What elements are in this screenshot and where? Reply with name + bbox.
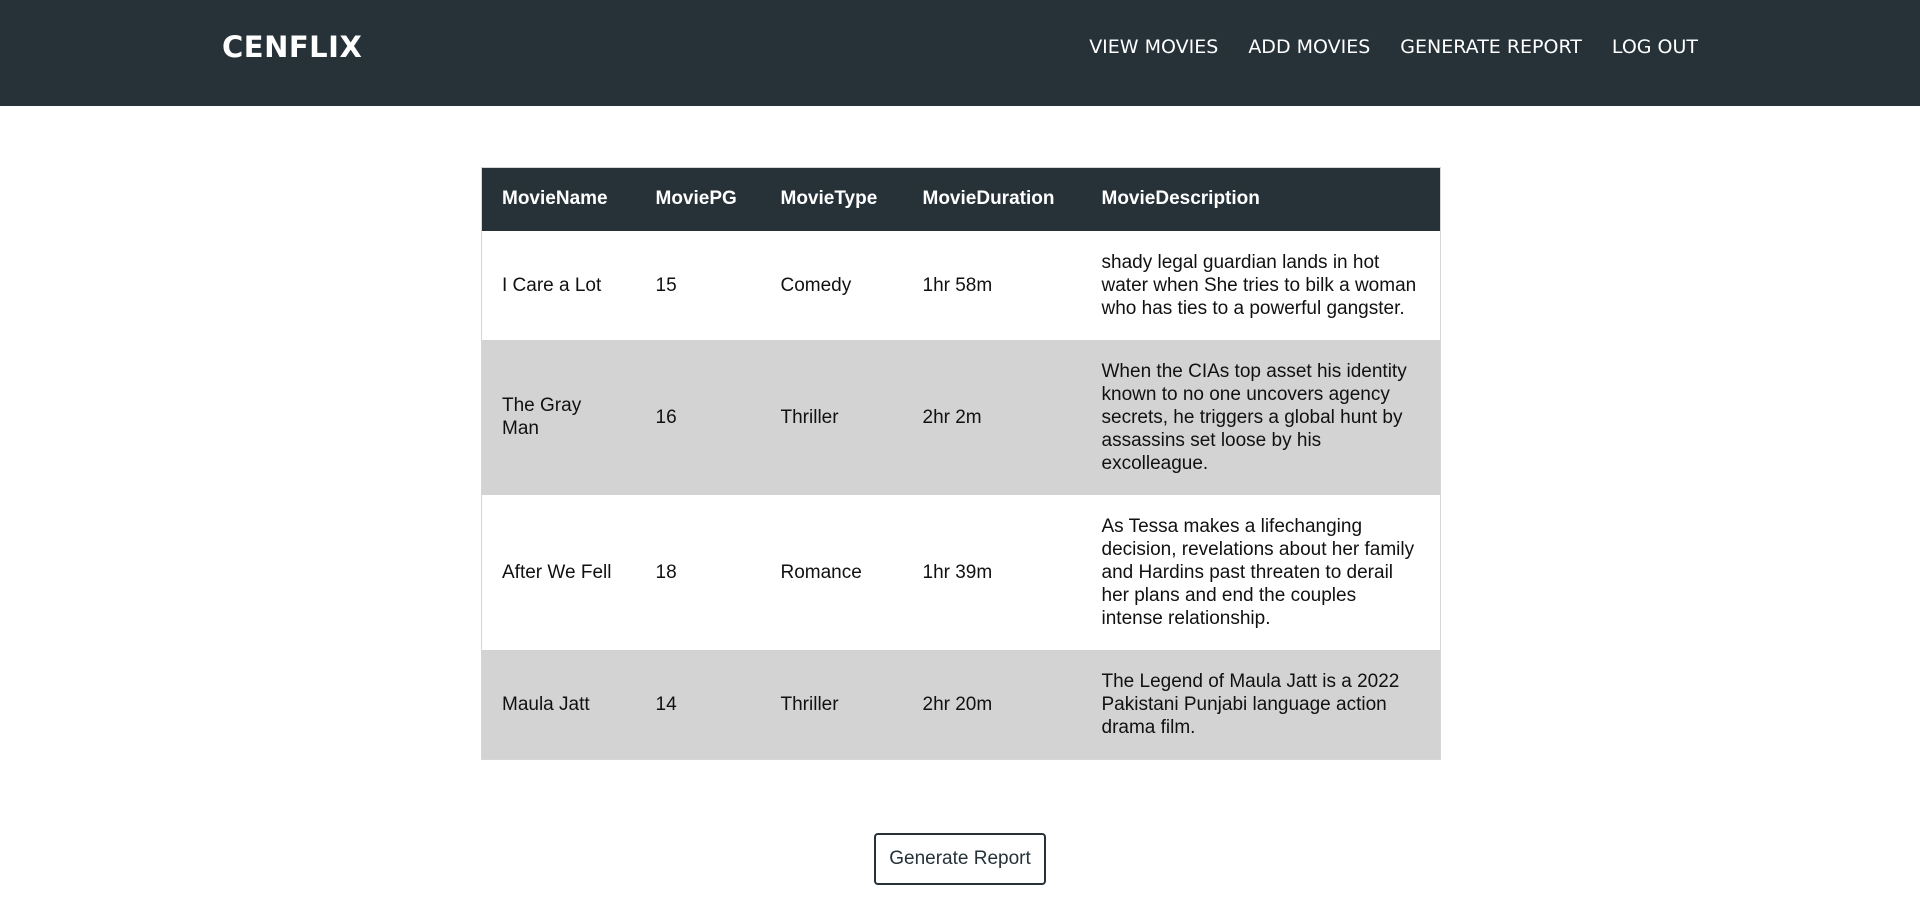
cell-movie-duration: 1hr 39m [922, 561, 993, 583]
column-header-movie-name: MovieName [502, 188, 608, 210]
cell-movie-name: The Gray Man [502, 395, 582, 439]
cell-movie-description: shady legal guardian lands in hot water … [1101, 251, 1417, 319]
cell-movie-type: Romance [780, 561, 862, 583]
cell-movie-duration: 1hr 58m [922, 274, 993, 296]
cell-movie-type: Thriller [780, 406, 839, 428]
cell-movie-pg: 18 [655, 561, 677, 583]
table-header: MovieName MoviePG MovieType MovieDuratio… [481, 167, 1441, 231]
column-header-movie-duration: MovieDuration [922, 188, 1055, 210]
cell-movie-description: The Legend of Maula Jatt is a 2022 Pakis… [1101, 670, 1400, 738]
cell-movie-name: Maula Jatt [502, 693, 590, 715]
column-header-movie-type: MovieType [780, 188, 878, 210]
header-row: MovieName MoviePG MovieType MovieDuratio… [481, 167, 1441, 231]
cell-movie-name: After We Fell [502, 561, 612, 583]
movies-table-container: MovieName MoviePG MovieType MovieDuratio… [481, 167, 1441, 760]
cell-movie-pg: 14 [655, 693, 677, 715]
cell-movie-pg: 15 [655, 274, 677, 296]
cell-movie-duration: 2hr 20m [922, 693, 993, 715]
column-header-movie-pg: MoviePG [655, 188, 737, 210]
report-button-container: Generate Report [0, 833, 1920, 885]
table-row: I Care a Lot 15 Comedy 1hr 58m shady leg… [481, 230, 1441, 340]
table-row: After We Fell 18 Romance 1hr 39m As Tess… [481, 494, 1441, 650]
nav-generate-report[interactable]: GENERATE REPORT [1400, 36, 1582, 58]
cell-movie-type: Comedy [780, 274, 852, 296]
table-row: The Gray Man 16 Thriller 2hr 2m When the… [481, 339, 1441, 495]
nav-log-out[interactable]: LOG OUT [1612, 36, 1698, 58]
cell-movie-description: As Tessa makes a lifechanging decision, … [1101, 515, 1415, 629]
generate-report-button[interactable]: Generate Report [874, 833, 1046, 885]
cell-movie-duration: 2hr 2m [922, 406, 982, 428]
cell-movie-description: When the CIAs top asset his identity kno… [1101, 360, 1407, 474]
cell-movie-type: Thriller [780, 693, 839, 715]
nav-view-movies[interactable]: VIEW MOVIES [1089, 36, 1218, 58]
column-header-movie-description: MovieDescription [1101, 188, 1260, 210]
nav-add-movies[interactable]: ADD MOVIES [1248, 36, 1370, 58]
movies-table: MovieName MoviePG MovieType MovieDuratio… [481, 167, 1441, 760]
table-body: I Care a Lot 15 Comedy 1hr 58m shady leg… [481, 230, 1441, 759]
cell-movie-pg: 16 [655, 406, 677, 428]
top-navbar: CENFLIX VIEW MOVIES ADD MOVIES GENERATE … [0, 0, 1920, 106]
main-nav: VIEW MOVIES ADD MOVIES GENERATE REPORT L… [1089, 36, 1698, 58]
brand-logo[interactable]: CENFLIX [222, 30, 362, 64]
table-row: Maula Jatt 14 Thriller 2hr 20m The Legen… [481, 649, 1441, 759]
cell-movie-name: I Care a Lot [502, 274, 602, 296]
